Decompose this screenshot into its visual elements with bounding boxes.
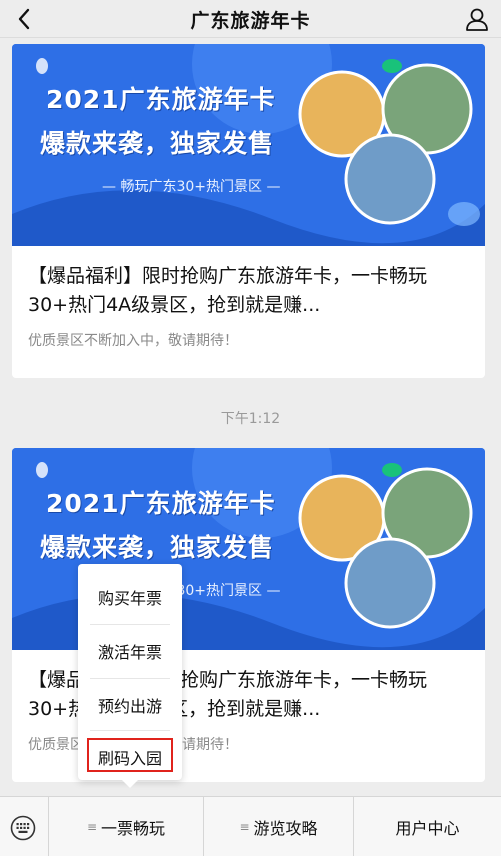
highlight-box <box>87 738 173 772</box>
keyboard-toggle-button[interactable] <box>8 813 38 843</box>
menu-lines-icon: ≡ <box>239 820 250 834</box>
tab-user-center[interactable]: 用户中心 <box>354 797 501 856</box>
banner-tagline: — 畅玩广东30+热门景区 — <box>102 179 281 195</box>
tab-label: 用户中心 <box>395 819 460 838</box>
tab-travel-guide[interactable]: ≡ 游览攻略 <box>204 797 353 856</box>
page-title: 广东旅游年卡 <box>190 10 311 32</box>
banner-headline: 2021广东旅游年卡 <box>46 489 276 518</box>
menu-item-book-trip[interactable]: 预约出游 <box>78 678 182 732</box>
keyboard-icon <box>10 815 36 841</box>
banner-headline: 2021广东旅游年卡 <box>46 85 276 114</box>
bottom-menu-bar: ≡ 一票畅玩 ≡ 游览攻略 用户中心 <box>0 796 501 856</box>
top-nav-bar: 广东旅游年卡 <box>0 0 501 38</box>
menu-item-buy-pass[interactable]: 购买年票 <box>78 570 182 624</box>
tab-label: 游览攻略 <box>253 819 318 838</box>
message-timestamp: 下午1:12 <box>220 411 281 427</box>
popup-pointer <box>122 780 138 788</box>
article-title[interactable]: 【爆品福利】限时抢购广东旅游年卡，一卡畅玩30+热门4A级景区，抢到就是赚... <box>28 262 468 320</box>
banner-subheadline: 爆款来袭，独家发售 <box>40 533 275 562</box>
person-icon <box>466 8 488 31</box>
user-profile-button[interactable] <box>463 5 491 33</box>
menu-item-activate-pass[interactable]: 激活年票 <box>78 624 182 678</box>
tab-one-ticket[interactable]: ≡ 一票畅玩 <box>49 797 203 856</box>
tab-label: 一票畅玩 <box>101 819 166 838</box>
article-card[interactable]: 2021广东旅游年卡 爆款来袭，独家发售 — 畅玩广东30+热门景区 — 【爆品… <box>12 44 485 378</box>
article-description: 优质景区不断加入中，敬请期待！ <box>28 333 238 349</box>
article-banner-image: 2021广东旅游年卡 爆款来袭，独家发售 — 畅玩广东30+热门景区 — <box>12 44 485 246</box>
banner-subheadline: 爆款来袭，独家发售 <box>40 129 275 158</box>
menu-lines-icon: ≡ <box>86 820 98 834</box>
